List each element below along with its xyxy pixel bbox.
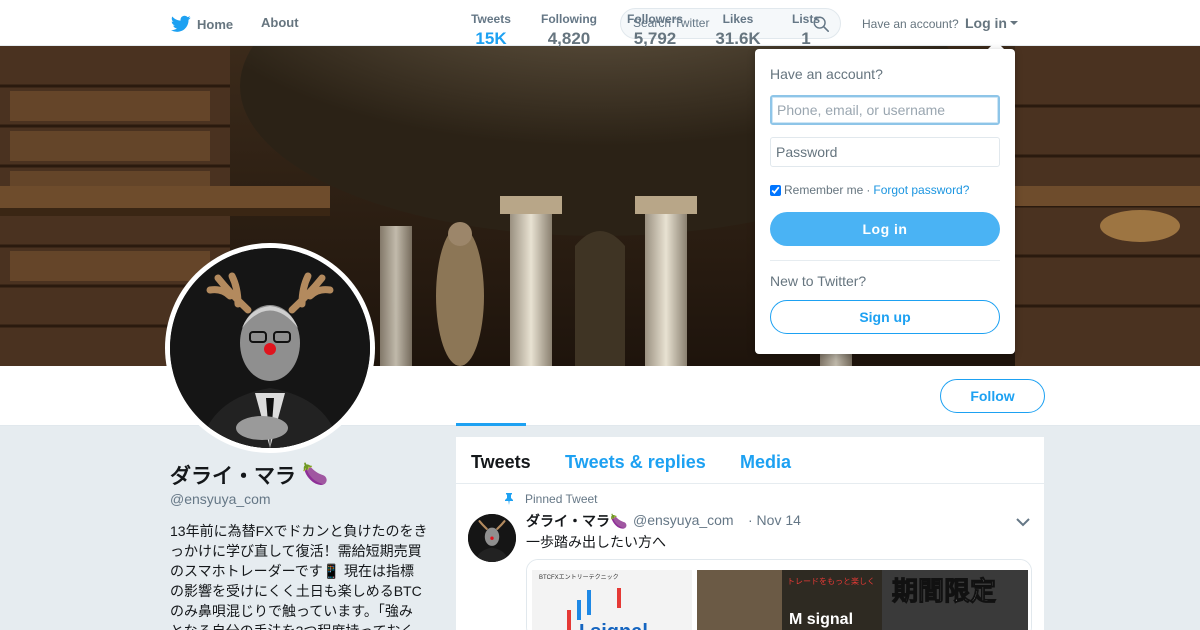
profile-bio: 13年前に為替FXでドカンと負けたのをき っかけに学び直して復活！需給短期売買 … (170, 521, 432, 630)
avatar (170, 248, 370, 448)
stat-followers-label: Followers (626, 12, 683, 26)
login-dropdown-title: Have an account? (770, 66, 883, 82)
nav-about-link[interactable]: About (261, 15, 299, 30)
remember-me-row: Remember me · Forgot password? (770, 183, 969, 197)
tweet-author-name[interactable]: ダライ・マラ🍆 (526, 511, 627, 531)
profile-name-text: ダライ・マラ (170, 465, 296, 488)
bio-line: のみ鼻唄混じりで触っています。「強み (170, 603, 413, 619)
tweet-text: 一歩踏み出したい方へ (526, 534, 666, 550)
tweet-media-illustration: BTCFXエントリーテクニック I signal トレードをもっと楽しく M s… (527, 560, 1031, 630)
stat-following[interactable]: Following 4,820 (536, 12, 602, 49)
caret-down-icon (1010, 21, 1018, 25)
nav-home-link[interactable]: Home (171, 15, 233, 33)
follow-button[interactable]: Follow (940, 379, 1045, 413)
nav-about-label: About (261, 15, 299, 30)
twitter-bird-icon (171, 15, 191, 32)
remember-me-checkbox[interactable] (770, 184, 781, 196)
stat-lists-value: 1 (801, 29, 811, 48)
bio-line: となる自分の手法を3つ程度持っておく (170, 621, 432, 630)
stat-tweets-value: 15K (475, 29, 507, 48)
eggplant-icon: 🍆 (302, 463, 329, 486)
tweet-media-image[interactable]: BTCFXエントリーテクニック I signal トレードをもっと楽しく M s… (526, 559, 1032, 630)
chevron-down-icon[interactable] (1016, 517, 1030, 527)
bio-line: 13年前に為替FXでドカンと負けたのをき (170, 523, 428, 539)
pinned-tweet-label: Pinned Tweet (525, 492, 598, 506)
media-mid-title: M signal (789, 611, 853, 628)
stat-likes-value: 31.6K (715, 29, 761, 48)
login-button[interactable]: Log in (770, 212, 1000, 246)
login-dropdown-toggle[interactable]: Log in (965, 15, 1018, 31)
stat-likes-label: Likes (722, 12, 754, 26)
stat-lists-label: Lists (791, 12, 820, 26)
signup-button[interactable]: Sign up (770, 300, 1000, 334)
login-dropdown: Have an account? Remember me · Forgot pa… (755, 49, 1015, 354)
stat-likes[interactable]: Likes 31.6K (708, 12, 768, 49)
stat-tweets-label: Tweets (471, 12, 511, 26)
new-to-twitter-text: New to Twitter? (770, 273, 867, 289)
tweet-avatar-illustration (468, 514, 516, 562)
password-field[interactable] (770, 137, 1000, 167)
remember-me-label[interactable]: Remember me (784, 183, 863, 197)
media-right-badge: 期間限定 (892, 576, 996, 607)
media-mid-top-text: トレードをもっと楽しく (787, 576, 875, 586)
bio-line: っかけに学び直して復活！需給短期売買 (170, 543, 422, 559)
bio-line: の影響を受けにくく土日も楽しめるBTC (170, 583, 422, 599)
bio-line: のスマホトレーダーです📱 現在は指標 (170, 563, 415, 579)
stat-following-label: Following (541, 12, 597, 26)
stat-followers-value: 5,792 (633, 29, 677, 48)
nav-home-label: Home (197, 16, 234, 32)
stat-followers[interactable]: Followers 5,792 (622, 12, 688, 49)
profile-avatar-frame[interactable] (165, 243, 375, 453)
active-stat-underline (456, 423, 526, 426)
tweet-avatar[interactable] (468, 514, 516, 562)
pinned-tweet[interactable]: Pinned Tweet ダライ・マラ🍆 @ensyuya_com · Nov … (456, 437, 1044, 630)
tweet-author-handle[interactable]: @ensyuya_com (633, 512, 734, 528)
profile-name: ダライ・マラ 🍆 (170, 460, 328, 490)
have-account-text: Have an account? (862, 17, 959, 31)
media-left-caption: BTCFXエントリーテクニック (539, 574, 619, 581)
stat-tweets[interactable]: Tweets 15K (456, 12, 526, 49)
media-left-title: I signal (579, 621, 648, 630)
separator-dot: · (866, 183, 871, 197)
dropdown-divider (770, 260, 1000, 261)
avatar-illustration (170, 248, 370, 448)
timeline: Tweets Tweets & replies Media Pinned Twe… (456, 437, 1044, 630)
pin-icon (505, 493, 513, 505)
forgot-password-link[interactable]: Forgot password? (873, 183, 969, 197)
username-field[interactable] (770, 95, 1000, 125)
stat-following-value: 4,820 (547, 29, 591, 48)
stat-lists[interactable]: Lists 1 (786, 12, 826, 49)
tweet-date[interactable]: · Nov 14 (748, 512, 801, 528)
profile-handle[interactable]: @ensyuya_com (170, 491, 271, 507)
login-link-label: Log in (965, 15, 1007, 31)
